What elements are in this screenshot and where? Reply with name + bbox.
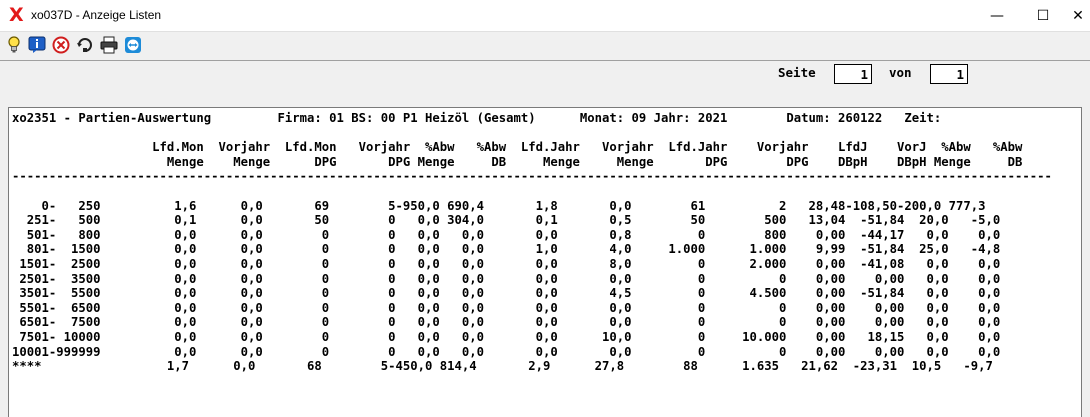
report-list: xo2351 - Partien-Auswertung Firma: 01 BS… (8, 107, 1082, 417)
minimize-icon: — (990, 7, 1004, 24)
info-icon[interactable] (28, 36, 46, 54)
page-label: Seite (778, 65, 816, 80)
table-row: 2501- 3500 0,0 0,0 0 0 0,0 0,0 0,0 0,0 0… (12, 271, 1001, 286)
table-row: 3501- 5500 0,0 0,0 0 0 0,0 0,0 0,0 4,5 0… (12, 286, 1001, 301)
report-header-line: xo2351 - Partien-Auswertung Firma: 01 BS… (12, 111, 942, 125)
table-row: 6501- 7500 0,0 0,0 0 0 0,0 0,0 0,0 0,0 0… (12, 315, 1001, 330)
title-bar: X xo037D - Anzeige Listen — ☐ ✕ (0, 0, 1090, 32)
toolbar (0, 32, 1090, 59)
total-row: **** 1,7 0,0 68 5-450,0 814,4 2,9 27,8 8… (12, 359, 993, 374)
close-button[interactable]: ✕ (1066, 0, 1090, 31)
table-row: 1501- 2500 0,0 0,0 0 0 0,0 0,0 0,0 8,0 0… (12, 256, 1001, 271)
table-row: 251- 500 0,1 0,0 50 0 0,0 304,0 0,1 0,5 … (12, 213, 1001, 228)
lightbulb-icon[interactable] (5, 36, 23, 54)
table-row: 501- 800 0,0 0,0 0 0 0,0 0,0 0,0 0,8 0 8… (12, 227, 1001, 242)
table-row: 801- 1500 0,0 0,0 0 0 0,0 0,0 1,0 4,0 1.… (12, 242, 1001, 257)
minimize-button[interactable]: — (974, 0, 1020, 31)
column-header-line-2: Menge Menge DPG DPG Menge DB Menge Menge… (12, 154, 1023, 169)
maximize-button[interactable]: ☐ (1020, 0, 1066, 31)
header-separator: ----------------------------------------… (12, 169, 1052, 184)
page-total-field[interactable]: 1 (930, 64, 968, 84)
table-row: 5501- 6500 0,0 0,0 0 0 0,0 0,0 0,0 0,0 0… (12, 300, 1001, 315)
table-row: 0- 250 1,6 0,0 69 5-950,0 690,4 1,8 0,0 … (12, 198, 986, 213)
print-icon[interactable] (100, 36, 118, 54)
table-row: 10001-999999 0,0 0,0 0 0 0,0 0,0 0,0 0,0… (12, 344, 1001, 359)
teamviewer-icon[interactable] (124, 36, 142, 54)
window-title: xo037D - Anzeige Listen (31, 8, 162, 22)
cancel-icon[interactable] (52, 36, 70, 54)
close-icon: ✕ (1072, 7, 1084, 24)
report-viewer: Seite 1 von 1 xo2351 - Partien-Auswertun… (0, 60, 1090, 417)
column-header-line-1: Lfd.Mon Vorjahr Lfd.Mon Vorjahr %Abw %Ab… (12, 140, 1023, 155)
refresh-icon[interactable] (76, 36, 94, 54)
table-row: 7501- 10000 0,0 0,0 0 0 0,0 0,0 0,0 10,0… (12, 329, 1001, 344)
app-logo-icon: X (9, 4, 24, 26)
page-number-field[interactable]: 1 (834, 64, 872, 84)
maximize-icon: ☐ (1036, 7, 1050, 24)
page-of-label: von (889, 65, 912, 80)
